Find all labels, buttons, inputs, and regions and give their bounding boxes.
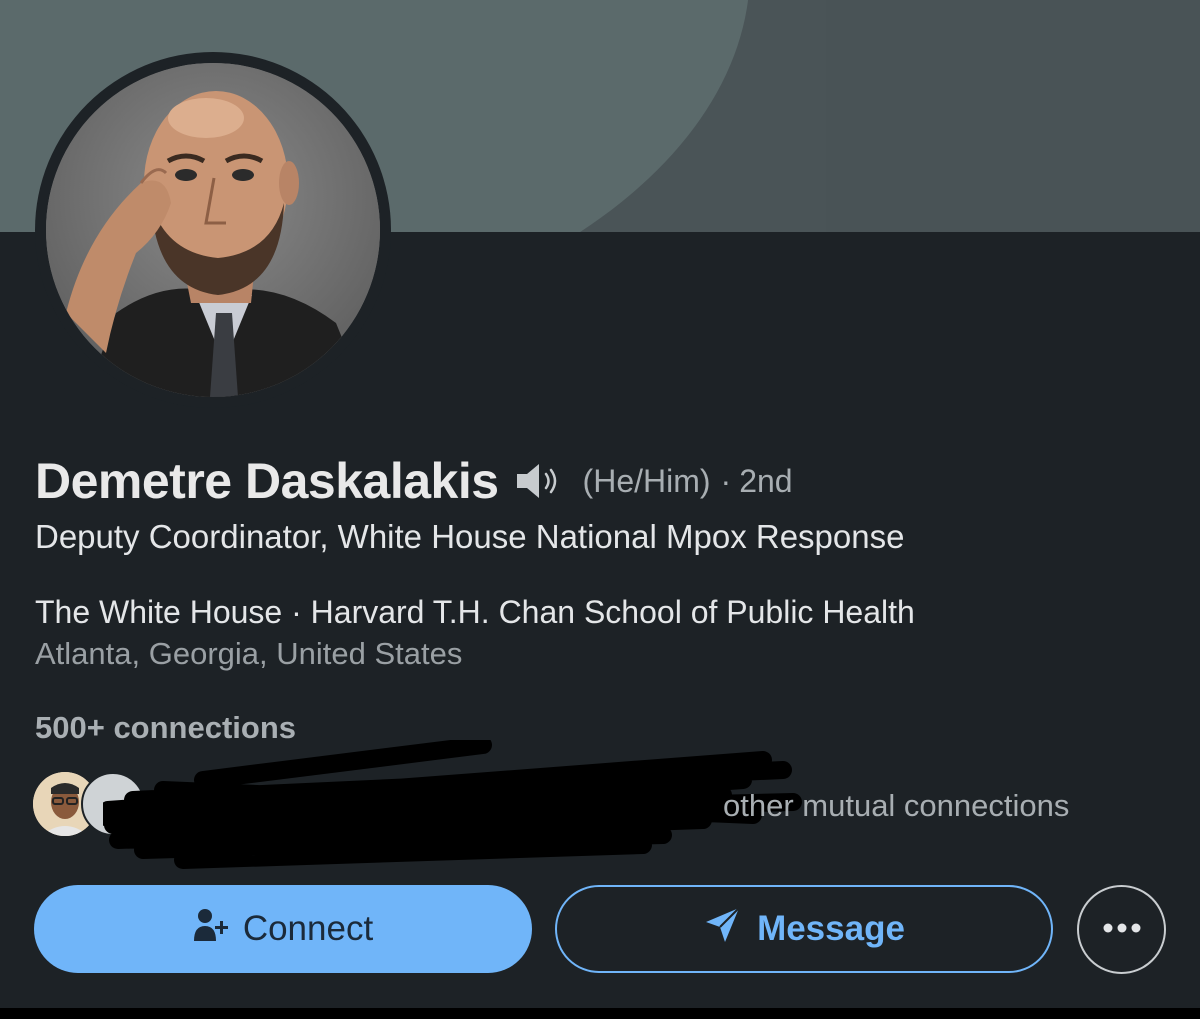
profile-photo-illustration (46, 63, 380, 397)
mutual-connections[interactable]: other mutual connections (33, 740, 1173, 870)
profile-page: Demetre Daskalakis (He/Him) · 2nd Deputy… (0, 0, 1200, 1019)
message-label: Message (757, 909, 905, 948)
redaction-scribble (103, 740, 802, 869)
pronouns: (He/Him) (582, 462, 711, 499)
degree-separator: · (720, 462, 732, 499)
profile-headline: Deputy Coordinator, White House National… (35, 518, 905, 555)
paper-plane-icon (703, 905, 743, 954)
add-person-icon (193, 907, 229, 952)
profile-organizations[interactable]: The White House · Harvard T.H. Chan Scho… (35, 594, 915, 631)
connect-button[interactable]: Connect (34, 885, 532, 973)
profile-name: Demetre Daskalakis (35, 453, 499, 509)
banner-panel (826, 0, 1200, 232)
speaker-icon[interactable] (515, 461, 571, 501)
more-actions-button[interactable] (1077, 885, 1166, 974)
ellipsis-icon (1102, 921, 1142, 939)
connection-degree: 2nd (739, 462, 793, 499)
name-row: Demetre Daskalakis (He/Him) · 2nd (35, 452, 793, 510)
profile-location: Atlanta, Georgia, United States (35, 636, 463, 671)
mutual-connections-label: other mutual connections (723, 788, 1070, 823)
message-button[interactable]: Message (555, 885, 1053, 973)
bottom-edge (0, 1008, 1200, 1019)
profile-photo[interactable] (46, 63, 380, 397)
connect-label: Connect (242, 909, 374, 948)
